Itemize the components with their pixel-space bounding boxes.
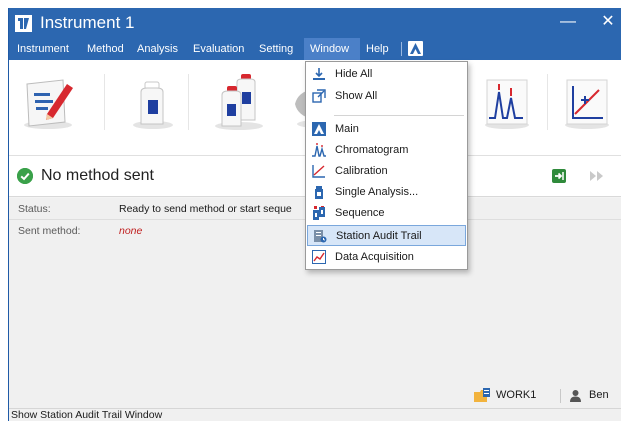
menu-method[interactable]: Method: [83, 38, 128, 60]
menu-item-label: Chromatogram: [335, 144, 409, 156]
check-circle-icon: [17, 168, 33, 184]
minimize-button[interactable]: —: [557, 12, 579, 34]
single-bottle-icon[interactable]: [119, 70, 183, 134]
menu-item-data-acquisition[interactable]: Data Acquisition: [307, 247, 466, 268]
toolbar-separator: [104, 74, 105, 130]
chromatogram-icon: [312, 143, 326, 157]
calibration-icon: [312, 164, 326, 178]
menu-item-label: Calibration: [335, 165, 388, 177]
toolbar-separator: [547, 74, 548, 130]
menu-item-label: Station Audit Trail: [336, 230, 422, 242]
footer-separator: [560, 389, 561, 403]
menu-instrument[interactable]: Instrument: [13, 38, 73, 60]
close-button[interactable]: ✕: [597, 11, 619, 33]
toolbar-separator: [188, 74, 189, 130]
menu-item-chromatogram[interactable]: Chromatogram: [307, 140, 466, 161]
app-window: Instrument 1 — ✕ Instrument Method Analy…: [8, 8, 621, 421]
menu-item-main[interactable]: Main: [307, 119, 466, 140]
bottles-sequence-icon[interactable]: [205, 70, 269, 134]
menu-bar: Instrument Method Analysis Evaluation Se…: [9, 38, 621, 60]
user-label[interactable]: Ben: [589, 389, 609, 401]
workspace-folder-icon[interactable]: [474, 388, 490, 403]
main-icon: [312, 122, 326, 136]
menu-item-label: Data Acquisition: [335, 251, 414, 263]
menu-item-sequence[interactable]: Sequence: [307, 203, 466, 224]
menu-analysis[interactable]: Analysis: [133, 38, 182, 60]
window-dropdown-menu: Hide All Show All Main Chromatogram Cali…: [305, 61, 468, 270]
status-bar-text: Show Station Audit Trail Window: [11, 409, 163, 421]
status-title: No method sent: [41, 167, 154, 184]
data-acquisition-icon: [312, 250, 326, 264]
hide-all-icon: [312, 67, 326, 81]
menu-setting[interactable]: Setting: [255, 38, 297, 60]
app-logo-icon: [15, 15, 32, 32]
menu-item-label: Sequence: [335, 207, 385, 219]
sent-method-value: none: [119, 225, 143, 237]
sent-method-label: Sent method:: [18, 225, 81, 237]
calibration-icon[interactable]: [555, 70, 619, 134]
status-label: Status:: [18, 203, 51, 215]
sequence-icon: [312, 206, 326, 220]
user-icon[interactable]: [569, 389, 582, 402]
brand-logo-icon[interactable]: [408, 41, 423, 56]
status-value: Ready to send method or start seque: [119, 203, 292, 215]
footer-strip: WORK1 Ben: [9, 384, 621, 408]
menu-window[interactable]: Window: [304, 38, 360, 60]
workspace-label[interactable]: WORK1: [496, 389, 536, 401]
menu-item-single-analysis[interactable]: Single Analysis...: [307, 182, 466, 203]
menu-item-station-audit-trail[interactable]: Station Audit Trail: [307, 225, 466, 246]
menu-item-label: Show All: [335, 90, 378, 102]
chromatogram-icon[interactable]: [475, 70, 539, 134]
menu-item-label: Main: [335, 123, 359, 135]
fast-forward-icon[interactable]: [589, 169, 605, 183]
menu-item-calibration[interactable]: Calibration: [307, 161, 466, 182]
menu-item-show-all[interactable]: Show All: [307, 86, 466, 107]
menu-separator: [334, 115, 464, 116]
status-bar: Show Station Audit Trail Window: [9, 408, 621, 421]
method-edit-icon[interactable]: [15, 70, 79, 134]
menu-item-label: Hide All: [335, 68, 373, 80]
title-bar[interactable]: Instrument 1 — ✕: [9, 8, 621, 38]
menu-evaluation[interactable]: Evaluation: [189, 38, 248, 60]
send-method-icon[interactable]: [552, 169, 566, 183]
audit-trail-icon: [313, 229, 327, 243]
menu-item-label: Single Analysis...: [335, 186, 419, 198]
menu-help[interactable]: Help: [362, 38, 393, 60]
menu-item-hide-all[interactable]: Hide All: [307, 64, 466, 85]
show-all-icon: [312, 89, 326, 103]
window-title: Instrument 1: [40, 13, 135, 32]
menu-separator: [401, 42, 402, 56]
single-analysis-icon: [312, 185, 326, 199]
